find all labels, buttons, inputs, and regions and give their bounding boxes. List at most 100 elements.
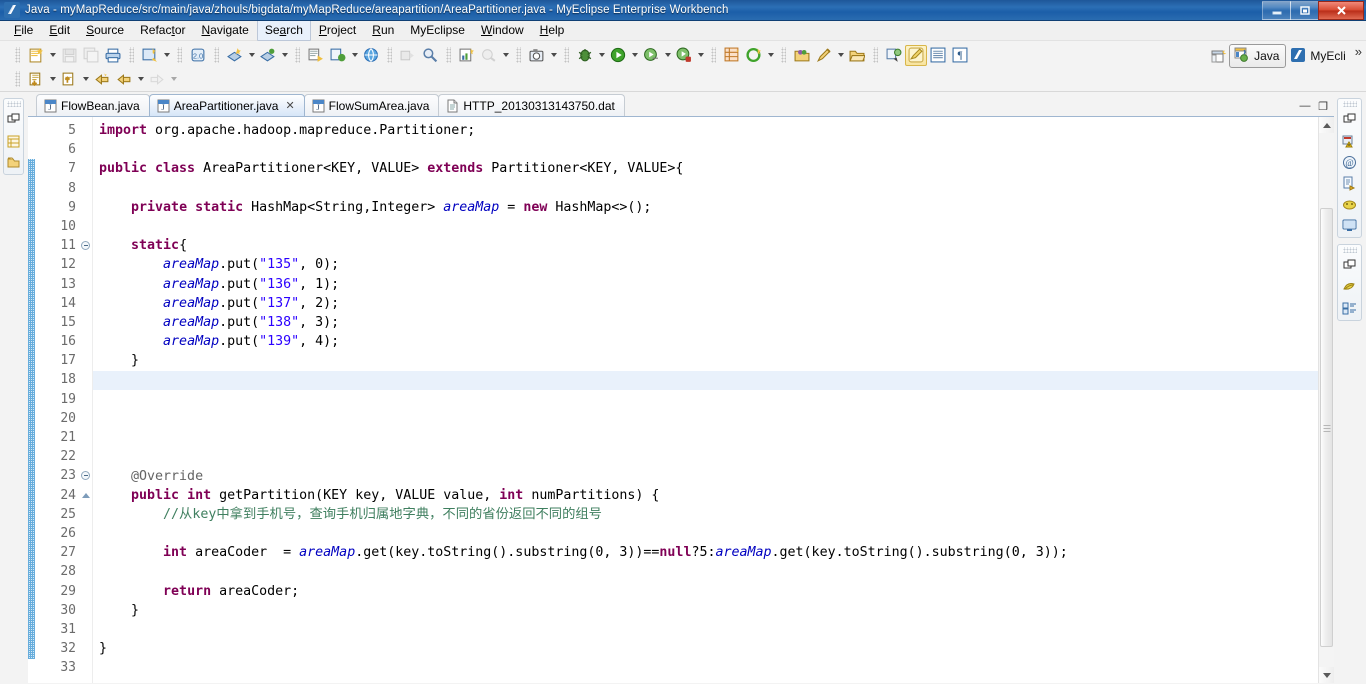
fold-cell[interactable] — [79, 543, 92, 562]
fold-cell[interactable] — [79, 390, 92, 409]
fold-cell[interactable] — [79, 409, 92, 428]
rail-drag-handle[interactable] — [1342, 247, 1357, 253]
fold-cell[interactable] — [79, 428, 92, 447]
web20-icon[interactable]: 2.0 — [187, 45, 209, 66]
save-all-icon[interactable] — [80, 45, 102, 66]
minimize-button[interactable] — [1262, 1, 1291, 20]
menu-item-project[interactable]: Project — [311, 20, 364, 41]
rail-drag-handle[interactable] — [1342, 101, 1357, 107]
export-icon[interactable] — [58, 69, 80, 90]
snapshot-dropdown[interactable] — [548, 45, 559, 66]
javadoc-icon[interactable]: @ — [1341, 153, 1359, 171]
menu-item-myeclipse[interactable]: MyEclipse — [402, 20, 473, 41]
link-icon[interactable] — [478, 45, 500, 66]
menu-item-edit[interactable]: Edit — [41, 20, 78, 41]
new-class-icon[interactable] — [743, 45, 765, 66]
snapshot-icon[interactable] — [526, 45, 548, 66]
editor-tab-areapartitioner-java[interactable]: J AreaPartitioner.java ✕ — [148, 94, 305, 116]
open-resource-icon[interactable] — [791, 45, 813, 66]
fold-cell[interactable] — [79, 217, 92, 236]
run-last-tool-dropdown[interactable] — [161, 45, 172, 66]
editor-tab-flowbean-java[interactable]: J FlowBean.java — [36, 94, 150, 116]
run-icon[interactable] — [607, 45, 629, 66]
menu-item-window[interactable]: Window — [473, 20, 532, 41]
editor-vertical-scrollbar[interactable] — [1318, 117, 1334, 683]
restore-icon[interactable] — [1341, 257, 1359, 275]
back-dropdown[interactable] — [135, 69, 146, 90]
fold-cell[interactable] — [79, 351, 92, 370]
perspective-overflow-icon[interactable]: » — [1355, 44, 1362, 59]
fold-start-icon[interactable] — [81, 492, 90, 498]
db-run-dropdown[interactable] — [349, 45, 360, 66]
fold-cell[interactable] — [79, 639, 92, 658]
search-icon[interactable] — [419, 45, 441, 66]
fold-cell[interactable] — [79, 313, 92, 332]
fold-cell[interactable] — [79, 236, 92, 255]
fold-cell[interactable] — [79, 294, 92, 313]
task-list-icon[interactable] — [1341, 299, 1359, 317]
run-dropdown[interactable] — [629, 45, 640, 66]
report-icon[interactable] — [456, 45, 478, 66]
forward-icon[interactable] — [146, 69, 168, 90]
import-icon[interactable] — [25, 69, 47, 90]
collapse-icon[interactable] — [81, 241, 90, 251]
console-icon[interactable] — [1341, 216, 1359, 234]
run-config-icon[interactable] — [673, 45, 695, 66]
editor-tab-http-20130313143750-dat[interactable]: HTTP_20130313143750.dat — [438, 94, 625, 116]
declaration-icon[interactable] — [1341, 174, 1359, 192]
toggle-mark-occurrences-icon[interactable] — [883, 45, 905, 66]
back-icon[interactable] — [113, 69, 135, 90]
import-dropdown[interactable] — [47, 69, 58, 90]
annotation-ruler[interactable] — [28, 117, 35, 683]
new-wizard-dropdown[interactable] — [47, 45, 58, 66]
menu-item-refactor[interactable]: Refactor — [132, 20, 193, 41]
scroll-up-arrow[interactable] — [1319, 117, 1334, 133]
db-run-icon[interactable] — [327, 45, 349, 66]
open-perspective-icon[interactable] — [1207, 46, 1229, 67]
minimize-editor-icon[interactable]: — — [1298, 99, 1312, 113]
new-wizard-icon[interactable] — [25, 45, 47, 66]
menu-item-run[interactable]: Run — [364, 20, 402, 41]
outline-icon[interactable] — [1341, 278, 1359, 296]
deploy-icon[interactable] — [224, 45, 246, 66]
collapse-icon[interactable] — [81, 471, 90, 481]
server-icon[interactable] — [257, 45, 279, 66]
fold-cell[interactable] — [79, 198, 92, 217]
menu-item-help[interactable]: Help — [532, 20, 573, 41]
menu-item-search[interactable]: Search — [256, 20, 311, 41]
quick-fix-icon[interactable] — [813, 45, 835, 66]
fold-cell[interactable] — [79, 486, 92, 505]
menu-item-file[interactable]: File — [6, 20, 41, 41]
save-icon[interactable] — [58, 45, 80, 66]
fold-cell[interactable] — [79, 140, 92, 159]
fold-cell[interactable] — [79, 466, 92, 485]
fold-cell[interactable] — [79, 524, 92, 543]
block-selection-icon[interactable] — [927, 45, 949, 66]
menu-item-source[interactable]: Source — [78, 20, 132, 41]
deploy-dropdown[interactable] — [246, 45, 257, 66]
close-tab-icon[interactable]: ✕ — [285, 99, 294, 112]
fold-cell[interactable] — [79, 582, 92, 601]
run-last-tool-icon[interactable] — [139, 45, 161, 66]
fold-cell[interactable] — [79, 620, 92, 639]
folding-ruler[interactable] — [79, 117, 93, 683]
fold-cell[interactable] — [79, 275, 92, 294]
db-explorer-icon[interactable] — [305, 45, 327, 66]
new-class-dropdown[interactable] — [765, 45, 776, 66]
problems-icon[interactable] — [1341, 132, 1359, 150]
open-folder-icon[interactable] — [846, 45, 868, 66]
fold-cell[interactable] — [79, 505, 92, 524]
restore-icon[interactable] — [1341, 111, 1359, 129]
fold-cell[interactable] — [79, 332, 92, 351]
perspective-myeclipse[interactable]: MyEcli — [1286, 45, 1352, 68]
run-external-dropdown[interactable] — [662, 45, 673, 66]
export-dropdown[interactable] — [80, 69, 91, 90]
run-external-icon[interactable] — [640, 45, 662, 66]
fold-cell[interactable] — [79, 658, 92, 677]
scrollbar-thumb[interactable] — [1320, 207, 1333, 647]
close-button[interactable] — [1318, 1, 1364, 20]
fold-cell[interactable] — [79, 601, 92, 620]
fold-cell[interactable] — [79, 159, 92, 178]
package-explorer-icon[interactable] — [5, 132, 23, 150]
restore-icon[interactable] — [5, 111, 23, 129]
